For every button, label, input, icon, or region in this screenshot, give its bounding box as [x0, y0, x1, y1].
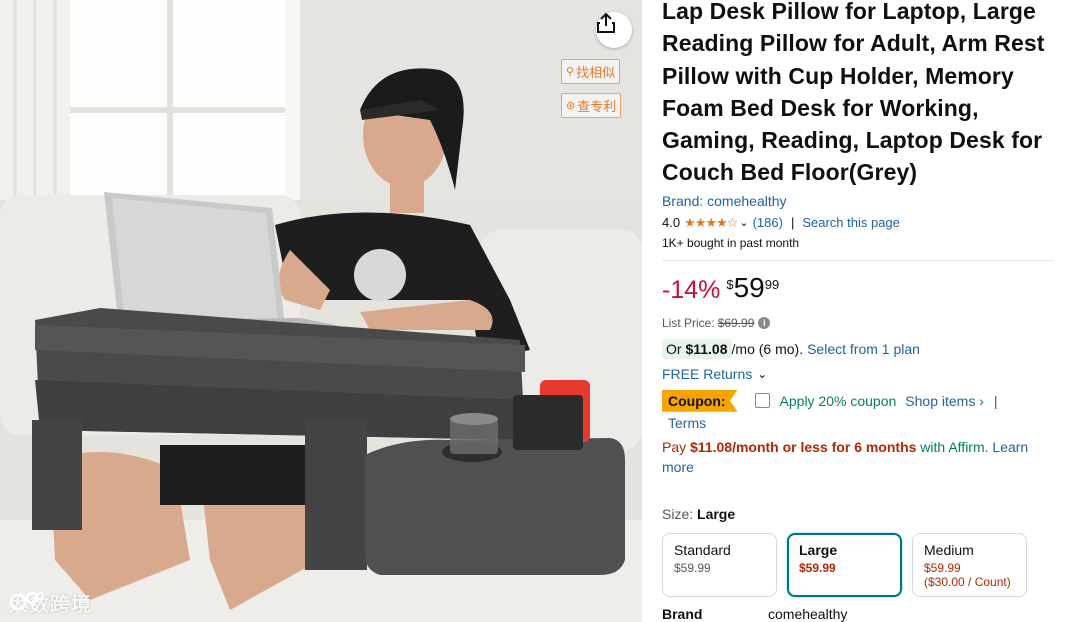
patent-icon: ⊛: [566, 100, 576, 112]
share-button[interactable]: [596, 12, 632, 48]
chevron-down-icon[interactable]: ⌄: [739, 216, 748, 229]
free-returns-label: FREE Returns: [662, 365, 753, 382]
size-option-price: $59.99: [924, 560, 961, 575]
apply-coupon-label[interactable]: Apply 20% coupon: [780, 393, 897, 409]
select-plan-link[interactable]: Select from 1 plan: [807, 341, 920, 357]
coupon-badge: Coupon:: [662, 389, 738, 412]
info-icon[interactable]: i: [758, 316, 771, 329]
size-option-medium[interactable]: Medium $59.99 ($30.00 / Count): [912, 532, 1027, 597]
size-label: Size: Large: [662, 506, 1062, 522]
bought-count: 1K+ bought in past month: [662, 235, 800, 250]
magnifier-icon: ⚲: [566, 66, 575, 78]
product-photo: [0, 0, 642, 622]
size-option-name: Standard: [674, 541, 731, 558]
size-option-standard[interactable]: Standard $59.99: [662, 532, 777, 597]
size-option-price: $59.99: [674, 560, 711, 575]
rating-row: 4.0 ★★★★☆ ⌄ (186) | Search this page: [662, 213, 1062, 233]
price-symbol: $: [726, 276, 734, 292]
affirm-offer[interactable]: Pay $11.08/month or less for 6 months wi…: [662, 437, 1052, 477]
affirm-amount: $11.08/month or less for 6 months: [690, 438, 917, 455]
coupon-checkbox[interactable]: [754, 393, 770, 409]
product-image[interactable]: ⚲ 找相似 ⊛ 查专利 大数跨境: [0, 0, 642, 622]
size-option-name: Medium: [924, 541, 974, 558]
pipe-separator: |: [993, 392, 998, 409]
monthly-terms: /mo (6 mo).: [731, 340, 804, 357]
product-details: Lap Desk Pillow for Laptop, Large Readin…: [662, 0, 1062, 622]
size-selected: Large: [697, 505, 736, 522]
divider: [662, 259, 1054, 261]
check-patent-button[interactable]: ⊛ 查专利: [561, 93, 622, 118]
monthly-payment: Or $11.08 /mo (6 mo). Select from 1 plan: [662, 338, 1062, 359]
size-option-name: Large: [799, 541, 838, 558]
price-fraction: 99: [764, 276, 780, 292]
watermark-logo-icon: [9, 591, 44, 611]
search-similar-button[interactable]: ⚲ 找相似: [561, 59, 621, 84]
monthly-badge: Or $11.08: [662, 338, 732, 359]
free-returns-link[interactable]: FREE Returns ⌄: [662, 366, 1062, 382]
brand-link[interactable]: Brand: comehealthy: [662, 193, 1062, 209]
spec-row-brand: Brand comehealthy: [662, 606, 847, 622]
star-rating-icon[interactable]: ★★★★☆: [684, 215, 738, 231]
share-icon: [597, 12, 615, 33]
list-price-value: $69.99: [717, 315, 755, 330]
terms-link[interactable]: Terms: [668, 415, 1062, 431]
size-option-unit-price: ($30.00 / Count): [924, 574, 1011, 589]
rating-value: 4.0: [662, 215, 681, 231]
monthly-amount: $11.08: [685, 340, 728, 357]
product-title: Lap Desk Pillow for Laptop, Large Readin…: [662, 0, 1045, 186]
watermark: 大数跨境: [8, 588, 92, 617]
search-this-page-link[interactable]: Search this page: [802, 215, 900, 230]
affirm-with: with Affirm.: [916, 438, 989, 455]
separator: |: [790, 215, 795, 231]
spec-value: comehealthy: [768, 606, 848, 622]
price-whole: 59: [733, 271, 765, 303]
coupon-row: Coupon: Apply 20% coupon Shop items › |: [662, 389, 1062, 412]
monthly-or: Or: [666, 340, 682, 357]
price-row: -14% $ 59 99: [662, 271, 1062, 306]
search-similar-label: 找相似: [576, 65, 616, 80]
size-option-large[interactable]: Large $59.99: [787, 532, 902, 597]
chevron-down-icon: ⌄: [757, 366, 768, 381]
affirm-pay: Pay: [662, 438, 691, 455]
shop-items-link[interactable]: Shop items ›: [905, 393, 984, 409]
discount-percent: -14%: [662, 275, 721, 304]
spec-key: Brand: [662, 606, 703, 622]
list-price-label: List Price:: [662, 315, 715, 330]
review-count-link[interactable]: (186): [753, 215, 783, 230]
size-label-text: Size:: [662, 505, 694, 522]
size-option-price: $59.99: [799, 560, 836, 575]
size-options: Standard $59.99 Large $59.99 Medium $59.…: [662, 532, 1062, 597]
check-patent-label: 查专利: [577, 99, 617, 114]
list-price: List Price: $69.99 i: [662, 316, 1062, 330]
